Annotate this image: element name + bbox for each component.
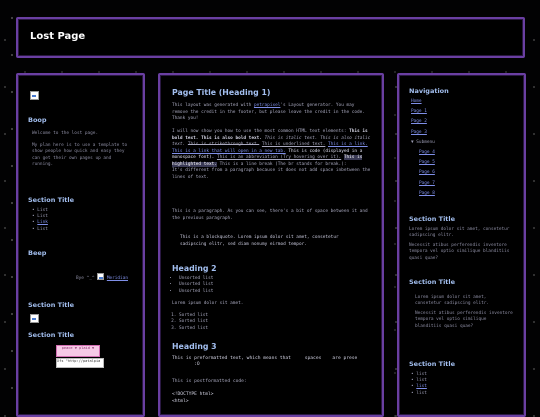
right-section-1-text-1: Lorem ipsum dolor sit amet, consetetur s… (409, 227, 510, 239)
list-item[interactable]: Link (32, 220, 48, 226)
beep-text: Bye ^_^ Meridian (76, 272, 128, 282)
boop-paragraph-1: Welcome to the lost page. (32, 131, 99, 136)
peace-plaid-badge[interactable]: peace ❤ plaid ❤ (56, 345, 100, 357)
preformatted-line-2: :O (172, 362, 200, 367)
right-section-2-text-1: Lorem ipsum dolor sit amet, consetetur s… (415, 295, 490, 307)
text-elements-paragraph: I will now show you how to use the most … (172, 129, 371, 180)
meridian-link[interactable]: Meridian (107, 276, 128, 281)
nav-item-page-6[interactable]: Page 6 (419, 170, 435, 175)
nav-item-page-8[interactable]: Page 8 (419, 191, 435, 196)
heading-3: Heading 3 (172, 342, 217, 351)
beep-title: Beep (28, 249, 47, 257)
list-item[interactable]: list (411, 384, 427, 390)
nav-item-page-4[interactable]: Page 4 (419, 150, 435, 155)
list-item: Sorted list (179, 319, 208, 325)
site-title: Lost Page (30, 31, 86, 42)
right-sidebar: Navigation Home Page 1 Page 2 Page 3 ▼ S… (397, 73, 526, 417)
paragraph-3: This is a paragraph. As you can see, the… (172, 209, 368, 221)
right-section-title-2: Section Title (409, 278, 456, 286)
nav-item-page-7[interactable]: Page 7 (419, 181, 435, 186)
list-item: Unsorted list (179, 289, 213, 295)
left-sidebar: Boop Welcome to the lost page. My plan h… (16, 73, 145, 417)
link-code-box[interactable]: Xfs "http://patalpia (56, 358, 104, 368)
code-line-1: <!DOCTYPE html> (172, 392, 214, 397)
nav-menu: Home Page 1 Page 2 Page 3 ▼ Submenu Page… (411, 99, 435, 201)
lorem-text: Lorem ipsum dolor sit amet. (172, 301, 244, 306)
broken-image-icon (30, 314, 39, 323)
nav-item-home[interactable]: Home (411, 99, 422, 104)
main-content: Page Title (Heading 1) This layout was g… (158, 73, 384, 417)
nav-item-page-1[interactable]: Page 1 (411, 109, 427, 114)
page-header: Lost Page (16, 17, 525, 58)
petrapixel-link[interactable]: petrapixel (254, 103, 280, 108)
list-item: Sorted list (179, 326, 208, 332)
list-item: list (411, 391, 427, 397)
sorted-list: Sorted list Sorted list Sorted list (172, 313, 208, 332)
left-list: List List Link List (32, 208, 48, 233)
nav-item-page-2[interactable]: Page 2 (411, 119, 427, 124)
list-item: Unsorted list (179, 282, 213, 288)
postformatted-label: This is postformatted code: (172, 379, 247, 384)
navigation-title: Navigation (409, 87, 449, 95)
unsorted-list: Unsorted list Unsorted list Unsorted lis… (172, 276, 213, 295)
broken-image-icon (30, 91, 39, 100)
sample-newtab-link[interactable]: This is a link that will open in a new t… (172, 149, 286, 154)
boop-paragraph-2: My plan here is to use a template to sho… (32, 143, 128, 168)
page-title: Page Title (Heading 1) (172, 88, 271, 97)
boop-title: Boop (28, 116, 47, 124)
meridian-image-icon (97, 273, 105, 280)
heading-2: Heading 2 (172, 264, 217, 273)
left-section-title-2: Section Title (28, 301, 75, 309)
nav-item-page-3[interactable]: Page 3 (411, 130, 427, 135)
left-section-title-3: Section Title (28, 331, 75, 339)
nav-item-page-5[interactable]: Page 5 (419, 160, 435, 165)
submenu-toggle[interactable]: ▼ Submenu (411, 140, 435, 145)
sample-link[interactable]: This is a link. (328, 142, 368, 147)
right-section-1-text-2: Necessit atibus perferendis inventore te… (409, 243, 510, 261)
right-section-title-3: Section Title (409, 360, 456, 368)
credit-paragraph: This layout was generated with petrapixe… (172, 103, 365, 121)
left-section-title-1: Section Title (28, 196, 75, 204)
right-section-title-1: Section Title (409, 215, 456, 223)
right-section-2-text-2: Necessit atibus perferendis inventore te… (415, 311, 513, 329)
right-list: list list list list (411, 372, 427, 397)
list-item: List (32, 227, 48, 233)
blockquote: This is a blockquote. Lorem ipsum dolor … (180, 235, 339, 247)
